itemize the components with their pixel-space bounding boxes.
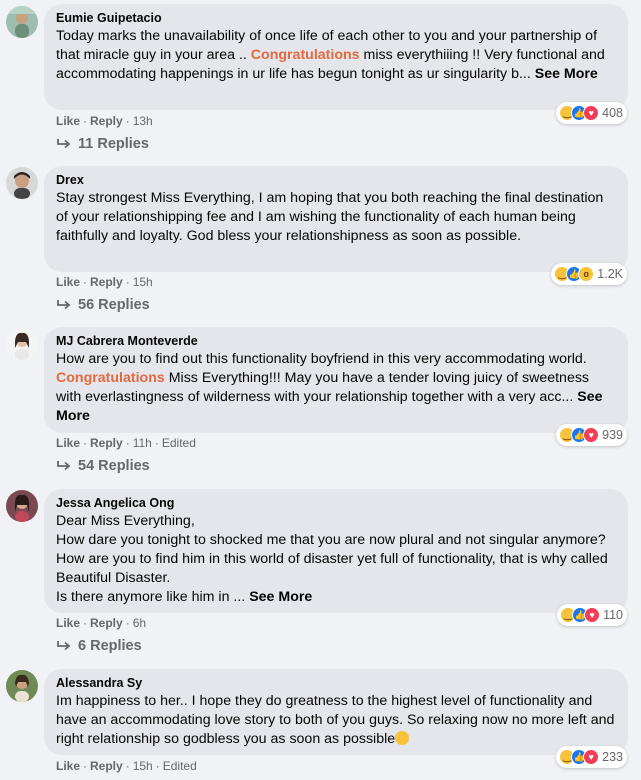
- comment-author[interactable]: Jessa Angelica Ong: [56, 495, 616, 511]
- reaction-count: 939: [602, 428, 623, 442]
- view-replies-button[interactable]: 56 Replies: [56, 297, 150, 313]
- timestamp[interactable]: 13h: [133, 114, 153, 128]
- edited-label: Edited: [161, 436, 196, 450]
- edited-label: Edited: [162, 759, 197, 773]
- reaction-count: 1.2K: [597, 267, 623, 281]
- love-icon: ♥: [583, 749, 600, 765]
- comment-bubble: Drex Stay strongest Miss Everything, I a…: [44, 166, 628, 272]
- laughing-emoji-icon: [395, 731, 410, 745]
- comment-actions: Like · Reply · 15h · Edited: [56, 759, 197, 773]
- replies-label: 6 Replies: [78, 638, 142, 654]
- comment-text: Stay strongest Miss Everything, I am hop…: [56, 190, 604, 244]
- comment-author[interactable]: MJ Cabrera Monteverde: [56, 333, 616, 349]
- reaction-count: 408: [602, 106, 623, 120]
- comment-author[interactable]: Eumie Guipetacio: [56, 10, 616, 26]
- reaction-summary[interactable]: ‿ 👍 ♥ 233: [556, 746, 627, 768]
- comment-text: How are you to find out this functionali…: [56, 351, 603, 424]
- reply-arrow-icon: [57, 139, 71, 149]
- reaction-count: 233: [602, 750, 623, 764]
- comment-text: Today marks the unavailability of once l…: [56, 28, 605, 82]
- comment-actions: Like · Reply · 11h · Edited: [56, 436, 196, 450]
- replies-label: 11 Replies: [78, 136, 149, 152]
- reply-arrow-icon: [57, 300, 71, 310]
- reaction-summary[interactable]: ‿ 👍 o 1.2K: [551, 263, 627, 285]
- comment-text: Dear Miss Everything, How dare you tonig…: [56, 513, 608, 605]
- replies-label: 56 Replies: [78, 297, 150, 313]
- timestamp[interactable]: 15h: [133, 759, 153, 773]
- comment-author[interactable]: Drex: [56, 172, 616, 188]
- like-button[interactable]: Like: [56, 275, 80, 289]
- comment-bubble: Alessandra Sy Im happiness to her.. I ho…: [44, 669, 628, 755]
- love-icon: ♥: [583, 105, 600, 121]
- view-replies-button[interactable]: 6 Replies: [56, 638, 142, 654]
- comment-actions: Like · Reply · 6h: [56, 616, 147, 630]
- reply-button[interactable]: Reply: [90, 436, 123, 450]
- reaction-summary[interactable]: ‿ 👍 ♥ 939: [556, 424, 627, 446]
- timestamp[interactable]: 6h: [133, 616, 146, 630]
- reply-arrow-icon: [57, 461, 71, 471]
- like-button[interactable]: Like: [56, 759, 80, 773]
- comment-author[interactable]: Alessandra Sy: [56, 675, 616, 691]
- avatar[interactable]: [6, 670, 38, 702]
- reply-button[interactable]: Reply: [90, 759, 123, 773]
- timestamp[interactable]: 15h: [133, 275, 153, 289]
- comment-actions: Like · Reply · 15h: [56, 275, 153, 289]
- comment-bubble: Jessa Angelica Ong Dear Miss Everything,…: [44, 489, 628, 613]
- like-button[interactable]: Like: [56, 436, 80, 450]
- reaction-summary[interactable]: ‿ 👍 ♥ 110: [557, 604, 627, 626]
- avatar[interactable]: [6, 490, 38, 522]
- avatar[interactable]: [6, 167, 38, 199]
- reply-button[interactable]: Reply: [90, 616, 123, 630]
- reaction-summary[interactable]: ‿ 👍 ♥ 408: [556, 102, 627, 124]
- see-more-link[interactable]: See More: [535, 66, 598, 82]
- avatar[interactable]: [6, 328, 38, 360]
- highlight-text: Congratulations: [56, 370, 165, 386]
- reply-button[interactable]: Reply: [90, 114, 123, 128]
- comment-bubble: Eumie Guipetacio Today marks the unavail…: [44, 4, 628, 110]
- comment-text: Im happiness to her.. I hope they do gre…: [56, 693, 615, 747]
- love-icon: ♥: [583, 427, 600, 443]
- highlight-text: Congratulations: [250, 47, 360, 63]
- replies-label: 54 Replies: [78, 458, 150, 474]
- view-replies-button[interactable]: 54 Replies: [56, 458, 150, 474]
- like-button[interactable]: Like: [56, 114, 80, 128]
- comment-actions: Like · Reply · 13h: [56, 114, 153, 128]
- reply-button[interactable]: Reply: [90, 275, 123, 289]
- view-replies-button[interactable]: 11 Replies: [56, 136, 149, 152]
- reply-arrow-icon: [57, 641, 71, 651]
- see-more-link[interactable]: See More: [249, 589, 312, 605]
- like-button[interactable]: Like: [56, 616, 80, 630]
- avatar[interactable]: [6, 6, 38, 38]
- comment-bubble: MJ Cabrera Monteverde How are you to fin…: [44, 327, 628, 433]
- timestamp[interactable]: 11h: [133, 436, 152, 450]
- wow-icon: o: [578, 266, 595, 282]
- reaction-count: 110: [603, 608, 623, 622]
- love-icon: ♥: [584, 607, 601, 623]
